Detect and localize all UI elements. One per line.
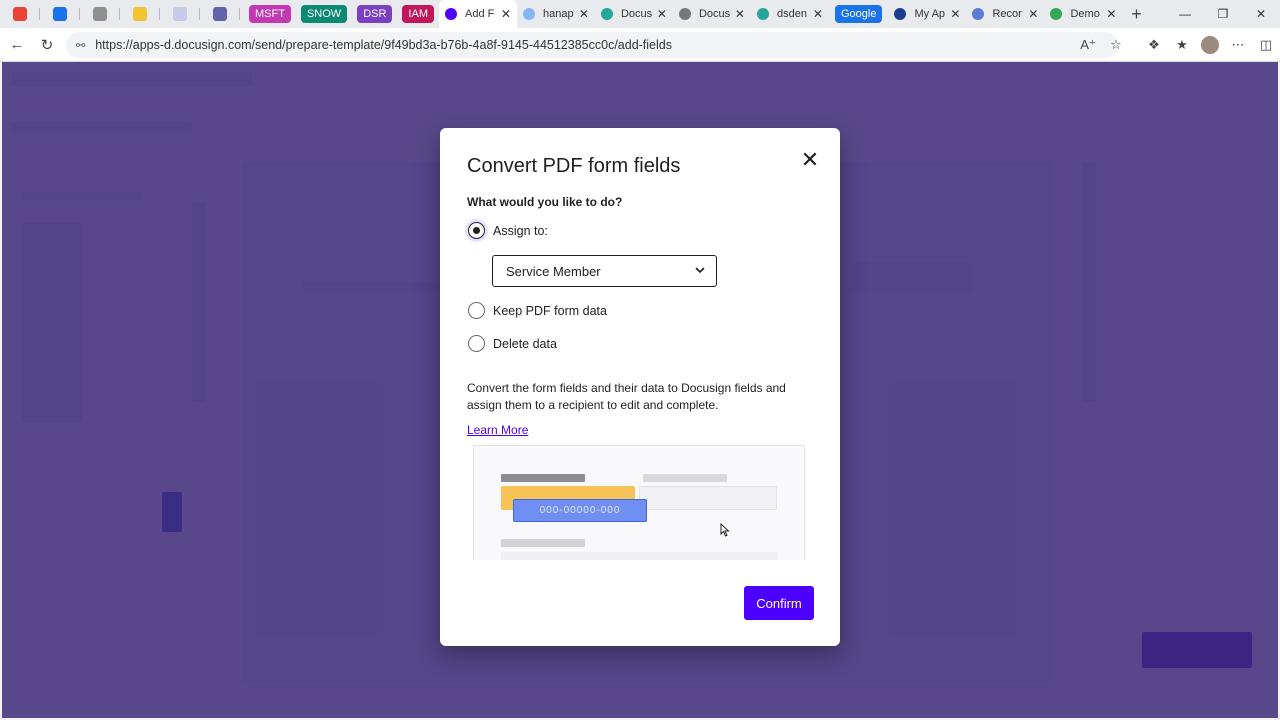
url-field[interactable]: ⚯ https://apps-d.docusign.com/send/prepa… <box>66 32 1118 58</box>
close-window-icon[interactable]: ✕ <box>1242 0 1280 28</box>
teams-icon <box>213 7 227 21</box>
favicon-icon <box>678 8 691 20</box>
tab-group-chip[interactable]: MSFT <box>249 5 291 23</box>
url-text: https://apps-d.docusign.com/send/prepare… <box>95 38 672 52</box>
radio-keep-pdf-data[interactable] <box>468 302 485 319</box>
browser-tab[interactable]: My Ap ✕ <box>888 0 966 28</box>
favicon-icon <box>522 8 535 20</box>
pinned-tab[interactable] <box>200 0 240 28</box>
tab-google[interactable]: Google <box>834 5 883 23</box>
option-label: Delete data <box>493 336 557 351</box>
favicon-icon <box>1050 8 1063 20</box>
back-icon[interactable]: ← <box>2 30 32 60</box>
illustration-field-text: 000-00000-000 <box>539 505 621 516</box>
docusign-field-shape: 000-00000-000 <box>513 499 647 522</box>
avatar <box>1201 36 1219 54</box>
favicon-icon <box>894 8 907 20</box>
pinned-tab[interactable] <box>0 0 40 28</box>
browser-tab[interactable]: dsden ✕ <box>751 0 829 28</box>
window-controls: — ❐ ✕ <box>1166 0 1280 28</box>
browser-tab[interactable]: Docus ✕ <box>595 0 673 28</box>
tab-label: Demo <box>1070 8 1100 20</box>
calendar-icon <box>53 7 67 21</box>
gmail-icon <box>13 7 27 21</box>
favorites-icon[interactable]: ★ <box>1169 32 1195 58</box>
learn-more-link[interactable]: Learn More <box>467 423 528 437</box>
close-tab-icon[interactable]: ✕ <box>501 7 511 21</box>
tab-label: Add F <box>464 8 495 20</box>
tab-group-chip[interactable]: DSR <box>357 5 393 23</box>
restore-icon[interactable]: ❐ <box>1204 0 1242 28</box>
assignee-select[interactable]: Service Member <box>492 255 717 287</box>
profile-avatar[interactable] <box>1197 32 1223 58</box>
favicon-icon <box>600 8 613 20</box>
option-assign-to[interactable]: Assign to: <box>468 222 548 239</box>
mouse-cursor-icon <box>720 523 730 537</box>
more-menu-icon[interactable]: ⋯ <box>1225 32 1251 58</box>
convert-pdf-fields-dialog: Convert PDF form fields ✕ What would you… <box>440 128 840 646</box>
pinned-tab[interactable] <box>80 0 120 28</box>
minimize-icon[interactable]: — <box>1166 0 1204 28</box>
tab-label: My Ap <box>914 8 946 20</box>
tab-group-chip[interactable]: SNOW <box>300 5 348 23</box>
tab-group-chip[interactable]: IAM <box>402 5 434 23</box>
chevron-down-icon <box>695 267 705 274</box>
radio-delete-data[interactable] <box>468 335 485 352</box>
site-info-icon[interactable]: ⚯ <box>76 39 85 52</box>
pinned-tab[interactable] <box>40 0 80 28</box>
sidebar-icon[interactable]: ◫ <box>1253 32 1279 58</box>
tab-label: Docus <box>620 8 653 20</box>
close-tab-icon[interactable]: ✕ <box>950 7 960 21</box>
assignee-select-value: Service Member <box>506 263 601 279</box>
browser-tab-bar: MSFT SNOW DSR IAM Add F ✕ hanap ✕ Docus ✕ Docus ✕ d… <box>0 0 1280 28</box>
favicon-icon <box>756 8 769 20</box>
conversion-illustration: 000-00000-000 <box>473 445 805 560</box>
app-icon <box>93 7 107 21</box>
browser-tab[interactable]: hanap ✕ <box>517 0 595 28</box>
close-tab-icon[interactable]: ✕ <box>579 7 589 21</box>
close-tab-icon[interactable]: ✕ <box>1028 7 1038 21</box>
close-icon[interactable]: ✕ <box>800 149 820 171</box>
radio-assign-to[interactable] <box>468 222 485 239</box>
close-tab-icon[interactable]: ✕ <box>813 7 823 21</box>
close-tab-icon[interactable]: ✕ <box>735 7 745 21</box>
confirm-button[interactable]: Confirm <box>744 586 814 620</box>
favorite-star-icon[interactable]: ☆ <box>1103 32 1129 58</box>
read-aloud-icon[interactable]: A⁺ <box>1075 32 1101 58</box>
dialog-title: Convert PDF form fields <box>467 155 681 177</box>
browser-tab[interactable]: Add F ✕ <box>438 0 517 28</box>
dialog-question: What would you like to do? <box>467 195 623 209</box>
extensions-icon[interactable]: ❖ <box>1141 32 1167 58</box>
tab-label: Docus <box>698 8 731 20</box>
browser-tab[interactable]: Recor ✕ <box>966 0 1044 28</box>
favicon-icon <box>972 8 985 20</box>
option-label: Keep PDF form data <box>493 303 607 318</box>
close-tab-icon[interactable]: ✕ <box>1106 7 1116 21</box>
favicon-icon <box>444 8 457 20</box>
option-delete-data[interactable]: Delete data <box>468 335 557 352</box>
notes-icon <box>133 7 147 21</box>
pinned-tab[interactable] <box>160 0 200 28</box>
browser-tab[interactable]: Docus ✕ <box>673 0 751 28</box>
new-tab-button[interactable]: + <box>1122 0 1150 28</box>
option-keep-pdf-data[interactable]: Keep PDF form data <box>468 302 607 319</box>
arrow-icon <box>173 7 187 21</box>
address-bar: ← ↻ ⚯ https://apps-d.docusign.com/send/p… <box>0 28 1280 62</box>
browser-toolbar-right: A⁺ ☆ ❖ ★ ⋯ ◫ <box>1075 32 1279 58</box>
option-label: Assign to: <box>493 223 548 238</box>
pinned-tab[interactable] <box>120 0 160 28</box>
tab-label: dsden <box>776 8 807 20</box>
tab-label: Recor <box>992 8 1022 20</box>
browser-tab[interactable]: Demo ✕ <box>1044 0 1122 28</box>
reload-icon[interactable]: ↻ <box>32 30 62 60</box>
option-description: Convert the form fields and their data t… <box>467 381 786 412</box>
tab-label: hanap <box>542 8 574 20</box>
close-tab-icon[interactable]: ✕ <box>657 7 667 21</box>
